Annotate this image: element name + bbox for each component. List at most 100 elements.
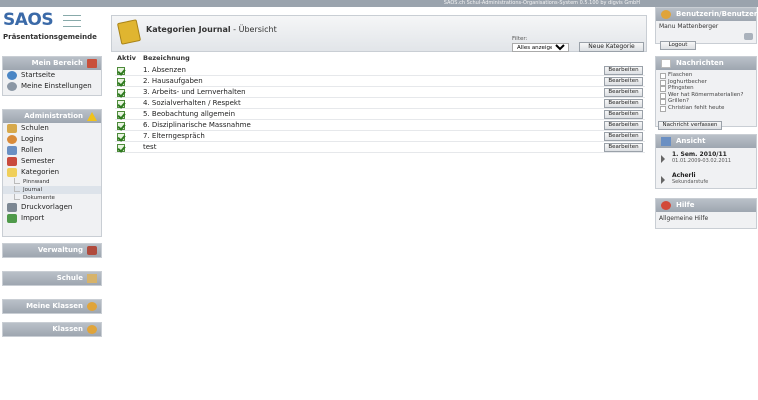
panel-title: Administration	[24, 112, 83, 120]
building-icon	[7, 124, 17, 133]
table-row: 4. Sozialverhalten / Respekt Bearbeiten	[115, 98, 645, 109]
category-name: 6. Disziplinarische Massnahme	[143, 121, 251, 129]
nav-import[interactable]: Import	[3, 213, 101, 224]
table-row: 3. Arbeits- und Lernverhalten Bearbeiten	[115, 87, 645, 98]
col-aktiv: Aktiv	[117, 54, 136, 62]
active-check-icon[interactable]	[117, 133, 125, 141]
nav-label: Startseite	[21, 71, 56, 79]
panel-header-meine-klassen[interactable]: Meine Klassen	[3, 300, 101, 313]
panel-header-schule[interactable]: Schule	[3, 272, 101, 285]
gear-icon	[7, 82, 17, 91]
edit-button[interactable]: Bearbeiten	[604, 88, 643, 97]
active-check-icon[interactable]	[117, 122, 125, 130]
message-icon	[661, 59, 671, 68]
import-icon	[7, 214, 17, 223]
nav-rollen[interactable]: Rollen	[3, 145, 101, 156]
nav-kategorien[interactable]: Kategorien	[3, 167, 101, 178]
nav-label: Pinnwand	[23, 179, 50, 185]
filter-select[interactable]: Alles anzeigen	[512, 43, 569, 52]
panel-user: Benutzerin/Benutzer Manu Mattenberger Lo…	[655, 7, 758, 50]
folder-icon	[7, 168, 17, 177]
nav-label: Journal	[23, 187, 43, 193]
nav-sub-pinnwand[interactable]: Pinnwand	[3, 178, 101, 186]
table-row: test Bearbeiten	[115, 142, 645, 153]
panel-view: Ansicht 1. Sem. 2010/11 01.01.2009-03.02.…	[655, 134, 757, 189]
panel-header-administration[interactable]: Administration	[3, 110, 101, 123]
user-name: Manu Mattenberger	[659, 23, 719, 30]
tools-icon	[87, 246, 97, 255]
nav-logins[interactable]: Logins	[3, 134, 101, 145]
printer-icon	[7, 203, 17, 212]
nav-meine-einstellungen[interactable]: Meine Einstellungen	[3, 81, 101, 92]
school-selector[interactable]: Acherli Sekundarstufe	[656, 172, 756, 190]
nav-sub-dokumente[interactable]: Dokumente	[3, 194, 101, 202]
panel-header-mein-bereich[interactable]: Mein Bereich	[3, 57, 101, 70]
table-row: 5. Beobachtung allgemein Bearbeiten	[115, 109, 645, 120]
semester-name: 1. Sem. 2010/11	[672, 151, 727, 158]
category-name: 7. Elterngespräch	[143, 132, 205, 140]
users-icon	[7, 135, 17, 144]
logout-button[interactable]: Logout	[660, 41, 696, 50]
edit-button[interactable]: Bearbeiten	[604, 143, 643, 152]
panel-klassen: Klassen	[2, 322, 102, 337]
category-table: 1. Absenzen Bearbeiten 2. Hausaufgaben Bea…	[115, 65, 645, 153]
help-link[interactable]: Allgemeine Hilfe	[656, 212, 756, 223]
edit-button[interactable]: Bearbeiten	[604, 77, 643, 86]
category-name: 1. Absenzen	[143, 66, 186, 74]
edit-button[interactable]: Bearbeiten	[604, 99, 643, 108]
page-title-text: Kategorien Journal	[146, 25, 231, 34]
panel-title: Schule	[56, 274, 83, 282]
system-title: SAOS.ch Schul-Administrations-Organisati…	[443, 0, 640, 6]
panel-news: Nachrichten Flaschen Joghurtbecher Pfing…	[655, 56, 757, 130]
school-icon	[87, 274, 97, 283]
panel-verwaltung: Verwaltung	[2, 243, 102, 258]
new-category-button[interactable]: Neue Kategorie	[579, 42, 644, 52]
active-check-icon[interactable]	[117, 89, 125, 97]
message-item[interactable]: Christian fehlt heute	[656, 105, 756, 111]
home-icon	[87, 59, 97, 68]
panel-administration: Administration Schulen Logins Rollen Sem…	[2, 109, 102, 237]
journal-book-icon	[116, 19, 142, 45]
top-status-bar: SAOS.ch Schul-Administrations-Organisati…	[0, 0, 758, 7]
nav-label: Import	[21, 214, 45, 222]
nav-startseite[interactable]: Startseite	[3, 70, 101, 81]
semester-selector[interactable]: 1. Sem. 2010/11 01.01.2009-03.02.2011	[656, 151, 756, 169]
settings-wrench-icon[interactable]	[744, 33, 753, 40]
category-name: 4. Sozialverhalten / Respekt	[143, 99, 241, 107]
panel-title: Benutzerin/Benutzer	[676, 10, 758, 18]
nav-schulen[interactable]: Schulen	[3, 123, 101, 134]
active-check-icon[interactable]	[117, 67, 125, 75]
panel-title: Meine Klassen	[26, 302, 83, 310]
classes-icon	[87, 325, 97, 334]
panel-title: Ansicht	[676, 137, 706, 145]
edit-button[interactable]: Bearbeiten	[604, 132, 643, 141]
panel-header-klassen[interactable]: Klassen	[3, 323, 101, 336]
panel-meine-klassen: Meine Klassen	[2, 299, 102, 314]
edit-button[interactable]: Bearbeiten	[604, 121, 643, 130]
panel-header-news: Nachrichten	[656, 57, 756, 70]
nav-druckvorlagen[interactable]: Druckvorlagen	[3, 202, 101, 213]
globe-icon	[7, 71, 17, 80]
school-level: Sekundarstufe	[672, 179, 709, 185]
active-check-icon[interactable]	[117, 78, 125, 86]
panel-title: Verwaltung	[37, 246, 83, 254]
panel-header-help: Hilfe	[656, 199, 756, 212]
active-check-icon[interactable]	[117, 144, 125, 152]
nav-sub-journal[interactable]: Journal	[3, 186, 101, 194]
compose-message-button[interactable]: Nachricht verfassen	[658, 121, 722, 130]
edit-button[interactable]: Bearbeiten	[604, 110, 643, 119]
calendar-icon	[7, 157, 17, 166]
nav-label: Druckvorlagen	[21, 203, 73, 211]
edit-button[interactable]: Bearbeiten	[604, 66, 643, 75]
active-check-icon[interactable]	[117, 111, 125, 119]
category-name: 2. Hausaufgaben	[143, 77, 203, 85]
nav-semester[interactable]: Semester	[3, 156, 101, 167]
content-header: Kategorien Journal - Übersicht Filter: A…	[111, 15, 647, 52]
panel-header-view: Ansicht	[656, 135, 756, 148]
active-check-icon[interactable]	[117, 100, 125, 108]
panel-header-user: Benutzerin/Benutzer	[656, 8, 758, 21]
panel-header-verwaltung[interactable]: Verwaltung	[3, 244, 101, 257]
col-bezeichnung: Bezeichnung	[143, 54, 190, 62]
expand-arrow-icon	[661, 176, 665, 184]
logo-lines-icon	[63, 15, 81, 27]
